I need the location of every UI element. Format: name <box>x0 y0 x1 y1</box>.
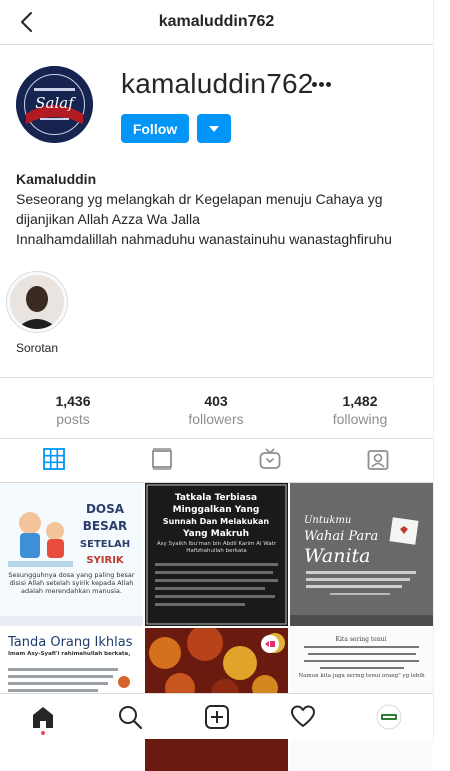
highlight-thumbnail <box>10 275 64 329</box>
nav-search[interactable] <box>117 704 143 730</box>
stat-followers[interactable]: 403 followers <box>161 392 271 428</box>
nav-profile[interactable] <box>376 704 402 730</box>
post-title-line: SETELAH <box>80 539 130 550</box>
post-title-line: Tatkala Terbiasa <box>175 493 257 503</box>
suggested-dropdown-button[interactable] <box>197 114 231 143</box>
post-title-line: Sunnah Dan Melakukan <box>163 517 270 526</box>
followers-label: followers <box>188 411 244 427</box>
igtv-icon <box>259 448 281 469</box>
ellipsis-icon <box>312 82 317 87</box>
grid-icon <box>43 448 65 470</box>
profile-tabs <box>0 438 433 483</box>
tab-tagged[interactable] <box>324 438 432 482</box>
following-count: 1,482 <box>342 393 378 409</box>
tab-grid[interactable] <box>0 438 108 482</box>
profile-stats: 1,436 posts 403 followers 1,482 followin… <box>0 377 433 439</box>
post-caption: Namun kita juga sering tenui orang" yg l… <box>298 673 425 679</box>
post-title-line: BESAR <box>83 519 128 533</box>
profile-bio: Seseorang yg melangkah dr Kegelapan menu… <box>16 189 426 249</box>
post-image: Tatkala Terbiasa Minggalkan Yang Sunnah … <box>145 483 288 626</box>
bio-line: Seseorang yg melangkah dr Kegelapan menu… <box>16 191 383 207</box>
bottom-navigation <box>0 693 433 739</box>
ellipsis-icon <box>319 82 324 87</box>
tagged-icon <box>367 450 389 470</box>
profile-screen: kamaluddin762 Salaf kamaluddin762 Follow… <box>0 0 434 771</box>
profile-avatar-icon <box>376 704 402 730</box>
story-highlight[interactable] <box>6 271 68 333</box>
ellipsis-icon <box>326 82 331 87</box>
chevron-down-icon <box>209 126 219 132</box>
heart-icon <box>291 705 315 727</box>
bio-line: dijanjikan Allah Azza Wa Jalla <box>16 211 200 227</box>
post-tile[interactable]: Tatkala Terbiasa Minggalkan Yang Sunnah … <box>145 483 288 626</box>
post-title-line: Wahai Para <box>304 529 378 544</box>
nav-create[interactable] <box>204 704 230 730</box>
post-title-line: Untukmu <box>304 515 351 526</box>
post-caption: Asy Syaikh Ibu'man bin Abdil Karim Al Wa… <box>156 541 277 554</box>
search-icon <box>119 706 143 730</box>
nav-home[interactable] <box>30 704 56 730</box>
post-image: Untukmu Wahai Para Wanita <box>290 483 433 626</box>
home-icon <box>33 707 53 728</box>
highlight-label: Sorotan <box>16 341 59 355</box>
post-title-line: Kita sering tenui <box>336 636 387 643</box>
post-caption: Sesungguhnya dosa yang paling besar disi… <box>8 571 135 595</box>
post-image: DOSA BESAR SETELAH SYIRIK Sesungguhnya d… <box>0 483 143 626</box>
top-bar: kamaluddin762 <box>0 0 433 45</box>
profile-username: kamaluddin762 <box>121 68 314 99</box>
post-caption: Imam Asy-Syafi'i rahimahullah berkata, <box>8 651 131 657</box>
post-tile[interactable]: Untukmu Wahai Para Wanita <box>290 483 433 626</box>
post-title-line: DOSA <box>86 502 125 516</box>
bio-line: Innalhamdalillah nahmaduhu wanastainuhu … <box>16 231 392 247</box>
post-title-line: SYIRIK <box>86 555 125 566</box>
following-label: following <box>332 411 388 427</box>
posts-count: 1,436 <box>55 393 91 409</box>
post-title-line: Wanita <box>304 545 370 567</box>
profile-full-name: Kamaluddin <box>16 171 97 187</box>
nav-activity[interactable] <box>290 704 316 730</box>
stat-posts: 1,436 posts <box>18 392 128 428</box>
posts-label: posts <box>56 411 90 427</box>
plus-square-icon <box>205 705 229 729</box>
followers-count: 403 <box>204 393 228 409</box>
feed-icon <box>152 448 172 470</box>
post-title-line: Tanda Orang Ikhlas <box>7 635 133 650</box>
tab-igtv[interactable] <box>216 438 324 482</box>
avatar-logo-text: Salaf <box>35 94 76 112</box>
stat-following[interactable]: 1,482 following <box>305 392 415 428</box>
notification-dot <box>41 731 45 735</box>
tab-feed[interactable] <box>108 438 216 482</box>
post-title-line: Yang Makruh <box>182 529 249 539</box>
post-title-line: Minggalkan Yang <box>173 505 260 515</box>
page-title: kamaluddin762 <box>158 13 275 30</box>
profile-avatar: Salaf <box>16 66 93 143</box>
more-options-button[interactable] <box>311 74 337 90</box>
follow-button[interactable]: Follow <box>121 114 189 143</box>
post-tile[interactable]: DOSA BESAR SETELAH SYIRIK Sesungguhnya d… <box>0 483 143 626</box>
